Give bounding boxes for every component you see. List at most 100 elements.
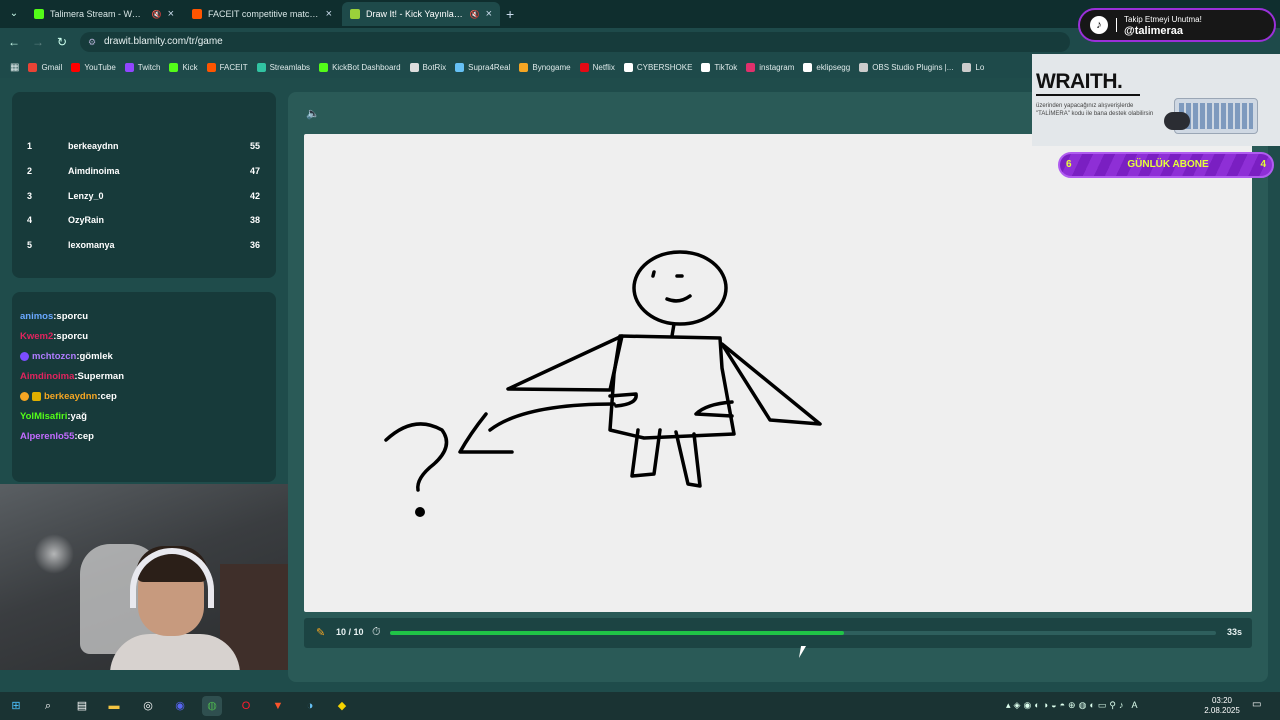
drawing-neck <box>670 322 676 338</box>
close-tab-icon[interactable]: × <box>168 8 174 20</box>
steam-icon <box>455 62 465 72</box>
notification-icon[interactable]: ▭ <box>1252 699 1261 710</box>
new-tab-button[interactable]: + <box>506 6 514 22</box>
tab-kick-stream[interactable]: Talimera Stream - Watch Li 🔇 × <box>26 2 182 26</box>
bookmark-kickbot[interactable]: KickBot Dashboard <box>319 62 401 72</box>
back-arrow-icon[interactable]: ← <box>6 34 22 50</box>
bookmark-netflix[interactable]: Netflix <box>579 62 615 72</box>
leaderboard-rank: 5 <box>27 240 33 250</box>
ad-underline <box>1036 94 1140 96</box>
apps-grid-icon[interactable]: ▦ <box>10 62 19 73</box>
tab-faceit[interactable]: FACEIT competitive match - FACEIT × <box>184 2 340 26</box>
bookmark-eklipse[interactable]: eklipsegg <box>803 62 850 72</box>
leaderboard-score: 38 <box>249 215 260 225</box>
sub-goal-right: 4 <box>1260 159 1266 170</box>
chat-username: YolMisafiri <box>20 410 68 422</box>
chat-text: :sporcu <box>53 310 89 322</box>
bookmark-twitch[interactable]: Twitch <box>124 62 160 72</box>
drawing-question-dot <box>415 507 425 517</box>
mute-icon[interactable]: 🔇 <box>152 10 162 19</box>
botrix-icon <box>409 62 419 72</box>
system-tray[interactable]: ▴◈◉◐◑◒◓⊕◍◐▭⚲♪ A <box>1006 700 1140 711</box>
opera-icon[interactable]: O <box>236 696 256 716</box>
bookmark-gmail[interactable]: Gmail <box>28 62 62 72</box>
leaderboard-name: berkeaydnn <box>68 141 119 151</box>
streamlabs-icon <box>256 62 266 72</box>
bookmark-lo[interactable]: Lo <box>962 62 984 72</box>
drawing-mouth <box>665 294 692 303</box>
clock-time: 03:20 <box>1211 696 1233 705</box>
windows-start-icon[interactable]: ⊞ <box>6 696 26 716</box>
steam-icon[interactable]: ◑ <box>300 696 320 716</box>
bookmark-botrix[interactable]: BotRix <box>409 62 446 72</box>
leaderboard-row: 1 berkeaydnn 55 <box>12 134 276 158</box>
bookmark-bynogame[interactable]: Bynogame <box>519 62 571 72</box>
url-field[interactable]: ⚙ drawit.blamity.com/tr/game <box>80 32 1070 52</box>
bookmark-tiktok[interactable]: TikTok <box>701 62 737 72</box>
leaderboard-row: 2 Aimdinoima 47 <box>12 159 276 183</box>
close-tab-icon[interactable]: × <box>486 8 492 20</box>
ad-text: üzerinden yapacağınız alışverişlerde "TA… <box>1036 103 1154 117</box>
user-badge-icon <box>20 351 29 361</box>
close-tab-icon[interactable]: × <box>326 8 332 20</box>
search-icon[interactable]: ⌕ <box>38 696 58 716</box>
chat-username: Kwem2 <box>20 330 54 342</box>
bookmark-cybershoke[interactable]: CYBERSHOKE <box>623 62 692 72</box>
drawing-question-mark <box>384 422 449 492</box>
kickbot-icon <box>319 62 329 72</box>
chat-message: animos:sporcu <box>20 306 268 326</box>
leaderboard-score: 47 <box>249 166 260 176</box>
bynogame-icon <box>519 62 529 72</box>
folder-icon[interactable]: ▬ <box>104 696 124 716</box>
twitch-icon <box>124 62 134 72</box>
discord-icon[interactable]: ◉ <box>170 696 190 716</box>
drawing-left-cape <box>506 334 624 392</box>
file-explorer-icon[interactable]: ▤ <box>72 696 92 716</box>
tiktok-reminder: Takip Etmeyi Unutma! <box>1124 15 1202 24</box>
brave-icon[interactable]: ▼ <box>268 696 288 716</box>
mute-icon[interactable]: 🔇 <box>470 10 480 19</box>
bookmark-faceit[interactable]: FACEIT <box>206 62 248 72</box>
url-text: drawit.blamity.com/tr/game <box>104 36 223 47</box>
chat-message: berkeaydnn:cep <box>20 386 268 406</box>
chat-message: mchtozcn:gömlek <box>20 346 268 366</box>
chat-username: Alperenlo55 <box>20 430 75 442</box>
reload-icon[interactable]: ↻ <box>54 34 70 50</box>
tab-drawit[interactable]: Draw It! - Kick Yayınları İçin 🔇 × <box>342 2 500 26</box>
bookmark-kick[interactable]: Kick <box>169 62 198 72</box>
webcam-body <box>110 634 240 670</box>
bookmark-streamlabs[interactable]: Streamlabs <box>256 62 310 72</box>
app-icon[interactable]: ◆ <box>332 696 352 716</box>
drawit-favicon-icon <box>350 9 360 19</box>
forward-arrow-icon[interactable]: → <box>30 34 46 50</box>
bookmark-obs[interactable]: OBS Studio Plugins |... <box>859 62 953 72</box>
chat-text: :sporcu <box>53 330 89 342</box>
time-left: 33s <box>1226 627 1242 637</box>
drawing-right-cape <box>720 342 822 426</box>
leaderboard-rank: 1 <box>27 141 33 151</box>
chat-username: animos <box>20 310 54 322</box>
steam-app-icon[interactable]: ◎ <box>138 696 158 716</box>
tab-search-icon[interactable]: ⌄ <box>6 6 22 22</box>
drawing-canvas[interactable] <box>304 134 1252 612</box>
timer-icon: ⏱ <box>372 626 381 638</box>
chat-username: mchtozcn <box>32 350 77 362</box>
drawing-eye <box>651 270 656 278</box>
bookmark-instagram[interactable]: instagram <box>746 62 794 72</box>
clock[interactable]: 03:20 2.08.2025 <box>1202 696 1242 716</box>
site-info-icon[interactable]: ⚙ <box>88 32 96 52</box>
bookmark-youtube[interactable]: YouTube <box>71 62 116 72</box>
game-panel: 🔈 ✎ 10 / 10 ⏱ 33s <box>288 92 1268 682</box>
clock-date: 2.08.2025 <box>1204 706 1240 715</box>
bookmark-supra[interactable]: Supra4Real <box>455 62 510 72</box>
chrome-icon[interactable]: ◍ <box>202 696 222 716</box>
webcam-light <box>34 534 74 574</box>
pencil-icon: ✎ <box>316 627 326 639</box>
bookmark-icon <box>962 62 972 72</box>
tiktok-handle: @talimeraa <box>1124 25 1184 37</box>
chat-text: :yağ <box>67 410 87 422</box>
sub-goal-label: GÜNLÜK ABONE <box>1127 159 1209 170</box>
gmail-icon <box>28 62 38 72</box>
daily-sub-goal-bar: 6 GÜNLÜK ABONE 4 <box>1058 152 1274 178</box>
speaker-icon[interactable]: 🔈 <box>306 107 320 120</box>
